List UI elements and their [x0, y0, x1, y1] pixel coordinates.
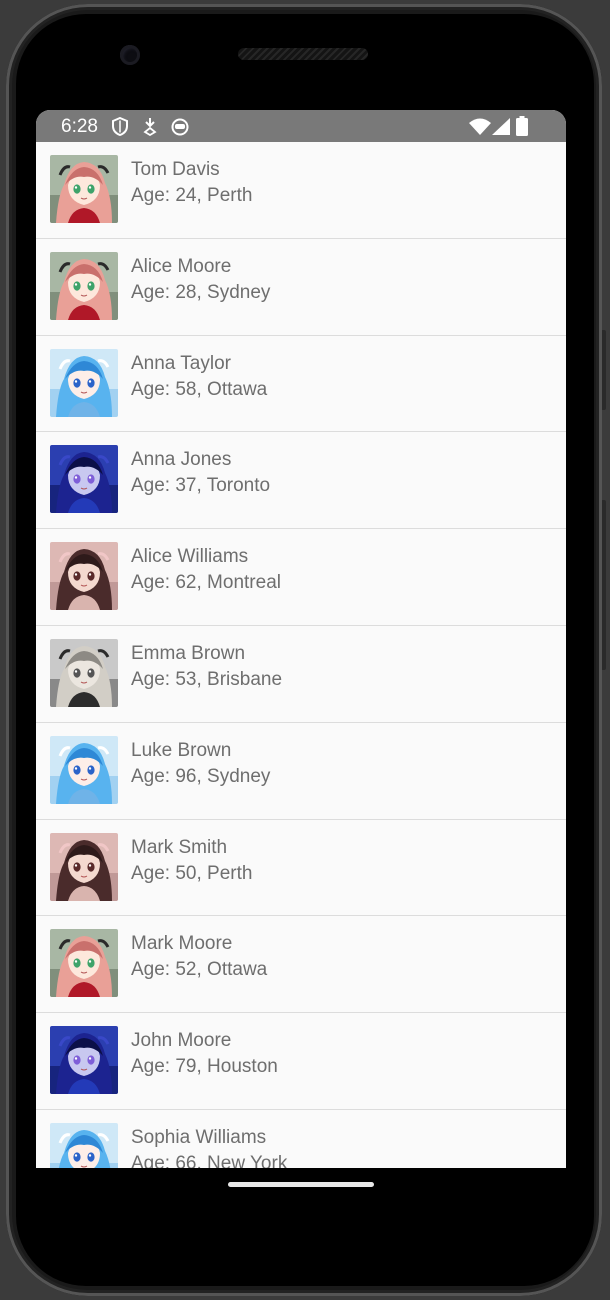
face-icon [171, 117, 189, 141]
contact-name: Sophia Williams [131, 1126, 267, 1148]
navigation-bar [36, 1168, 566, 1228]
avatar [50, 832, 118, 901]
contact-name: Luke Brown [131, 739, 232, 761]
list-item[interactable]: Anna Taylor Age: 58, Ottawa [36, 335, 566, 433]
signal-icon [492, 118, 510, 140]
list-item[interactable]: Tom Davis Age: 24, Perth [36, 142, 566, 239]
wifi-icon [469, 118, 491, 140]
contact-detail: Age: 79, Houston [131, 1056, 278, 1078]
list-item[interactable]: Luke Brown Age: 96, Sydney [36, 722, 566, 820]
avatar [50, 155, 118, 223]
contact-name: Anna Taylor [131, 352, 231, 374]
contact-detail: Age: 52, Ottawa [131, 959, 268, 981]
avatar [50, 1026, 118, 1095]
contact-name: Tom Davis [131, 159, 220, 180]
contact-detail: Age: 50, Perth [131, 862, 253, 884]
contact-detail: Age: 24, Perth [131, 185, 253, 206]
front-camera [120, 45, 140, 65]
list-item[interactable]: Mark Smith Age: 50, Perth [36, 819, 566, 917]
avatar [50, 348, 118, 417]
contact-detail: Age: 96, Sydney [131, 765, 271, 787]
list-item[interactable]: Emma Brown Age: 53, Brisbane [36, 625, 566, 723]
avatar [50, 735, 118, 804]
list-item[interactable]: Alice Williams Age: 62, Montreal [36, 529, 566, 626]
earpiece-speaker [238, 48, 368, 60]
home-gesture-bar[interactable] [228, 1182, 374, 1187]
avatar [50, 929, 118, 998]
avatar [50, 542, 118, 611]
contact-name: Emma Brown [131, 642, 246, 664]
contact-detail: Age: 37, Toronto [131, 475, 271, 497]
contact-name: John Moore [131, 1030, 232, 1052]
contact-detail: Age: 28, Sydney [131, 281, 271, 303]
status-bar: 6:28 [36, 110, 566, 142]
download-icon [143, 117, 157, 141]
battery-icon [516, 116, 528, 141]
contact-name: Mark Smith [131, 836, 228, 858]
avatar [50, 251, 118, 320]
contact-detail: Age: 53, Brisbane [131, 668, 283, 690]
status-time: 6:28 [61, 116, 98, 137]
contact-name: Alice Moore [131, 255, 232, 277]
avatar [50, 638, 118, 707]
shield-icon [112, 116, 128, 141]
list-item[interactable]: Mark Moore Age: 52, Ottawa [36, 916, 566, 1014]
contact-detail: Age: 62, Montreal [131, 572, 281, 594]
app-screen: 6:28 Tom Davis Age: 24, Perth Alice Moor… [36, 110, 566, 1168]
contact-name: Alice Williams [131, 546, 249, 568]
list-item[interactable]: Sophia Williams Age: 66, New York [36, 1109, 566, 1168]
list-item[interactable]: Anna Jones Age: 37, Toronto [36, 432, 566, 530]
contact-name: Mark Moore [131, 933, 233, 955]
list-item[interactable]: Alice Moore Age: 28, Sydney [36, 238, 566, 336]
list-item[interactable]: John Moore Age: 79, Houston [36, 1013, 566, 1110]
contact-detail: Age: 58, Ottawa [131, 378, 268, 400]
contact-detail: Age: 66, New York [131, 1152, 288, 1168]
avatar [50, 1122, 118, 1168]
avatar [50, 445, 118, 514]
contact-list[interactable]: Tom Davis Age: 24, Perth Alice Moore Age: … [36, 142, 566, 1168]
contact-name: Anna Jones [131, 449, 232, 471]
